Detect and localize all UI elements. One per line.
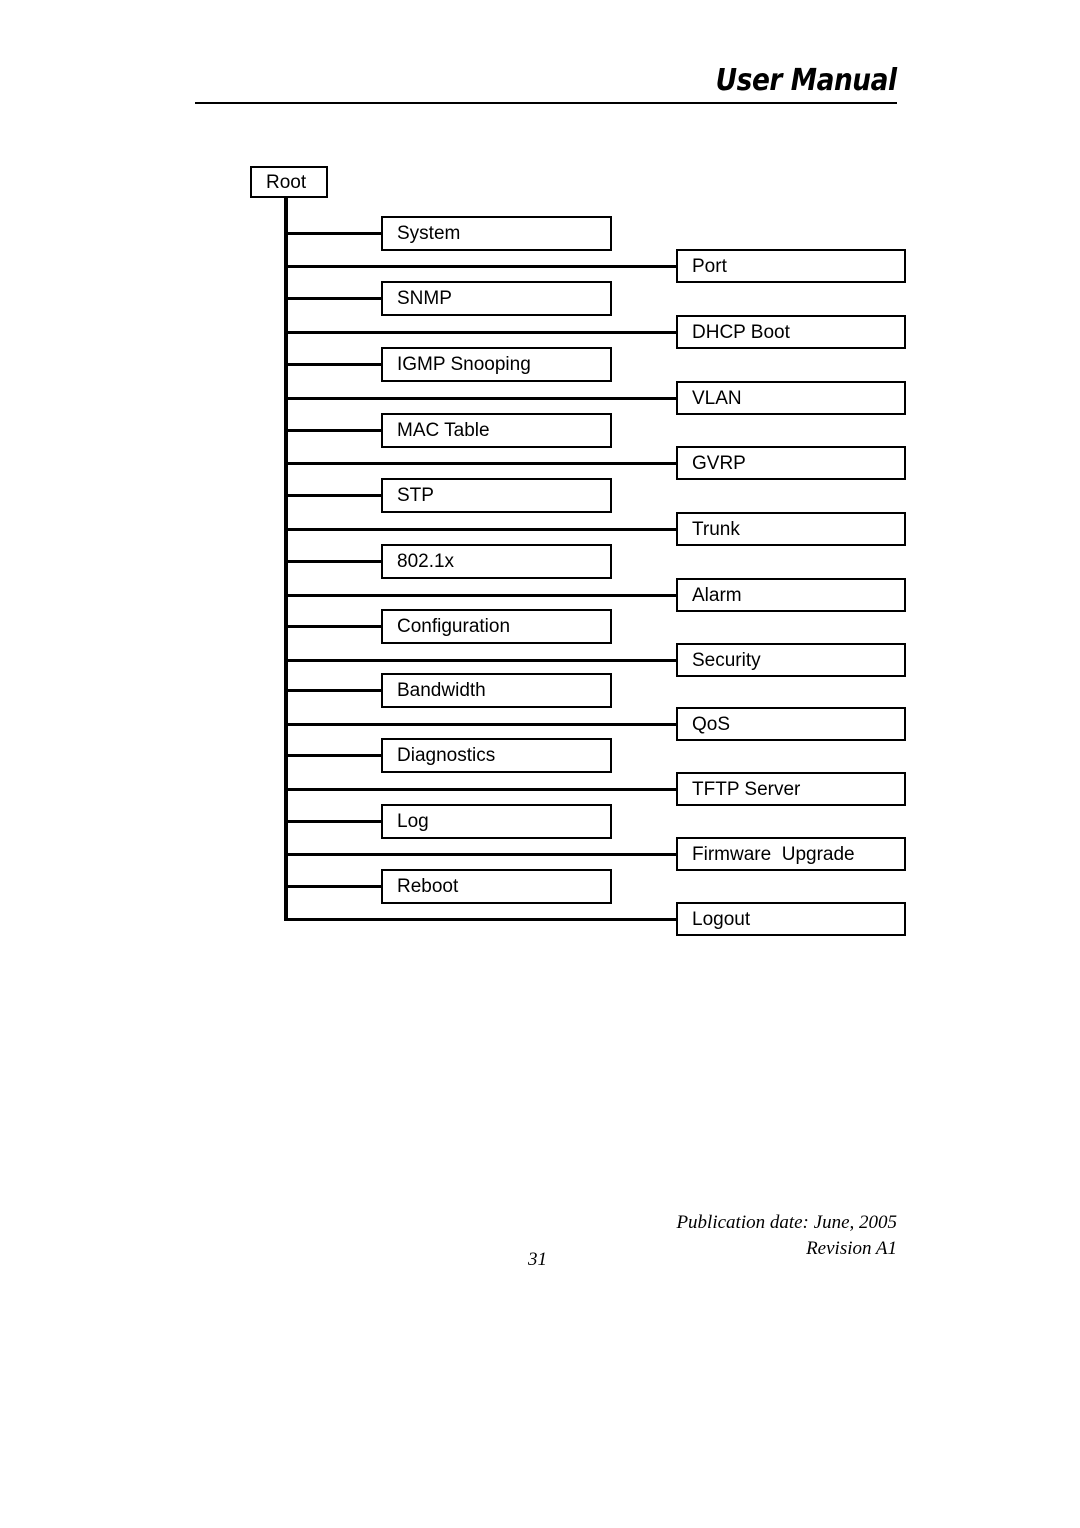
tree-node-left-0: System: [381, 216, 612, 251]
footer-publication-info: Publication date: June, 2005 Revision A1: [676, 1210, 897, 1261]
tree-branch-line-right: [286, 331, 678, 334]
tree-node-label: Logout: [692, 908, 751, 930]
tree-branch-line-left: [286, 689, 383, 692]
tree-node-label: Security: [692, 649, 761, 671]
tree-branch-line-left: [286, 363, 383, 366]
tree-node-right-0: Port: [676, 249, 906, 283]
tree-node-label: IGMP Snooping: [397, 354, 531, 375]
revision-label: Revision A1: [806, 1237, 897, 1259]
tree-branch-line-right: [286, 788, 678, 791]
tree-node-label: Diagnostics: [397, 745, 496, 766]
tree-node-left-5: 802.1x: [381, 544, 612, 579]
tree-branch-line-right: [286, 853, 678, 856]
tree-branch-line-right: [286, 462, 678, 465]
tree-node-left-6: Configuration: [381, 609, 612, 644]
tree-node-left-7: Bandwidth: [381, 673, 612, 708]
tree-node-label: MAC Table: [397, 420, 490, 441]
tree-node-right-1: DHCP Boot: [676, 315, 906, 349]
tree-node-label: Reboot: [397, 876, 459, 897]
tree-node-right-10: Logout: [676, 902, 906, 936]
tree-node-label: Alarm: [692, 584, 742, 606]
tree-node-label: SNMP: [397, 288, 452, 309]
tree-node-right-6: Security: [676, 643, 906, 677]
tree-branch-line-left: [286, 232, 383, 235]
tree-node-left-9: Log: [381, 804, 612, 839]
tree-node-label: 802.1x: [397, 551, 455, 572]
tree-node-label: DHCP Boot: [692, 321, 790, 343]
tree-node-right-4: Trunk: [676, 512, 906, 546]
page-number: 31: [528, 1249, 547, 1270]
tree-branch-line-left: [286, 885, 383, 888]
tree-node-label: System: [397, 223, 461, 244]
tree-node-right-9: Firmware Upgrade: [676, 837, 906, 871]
tree-node-label: Log: [397, 811, 429, 832]
tree-node-label: VLAN: [692, 387, 742, 409]
tree-node-label: QoS: [692, 713, 731, 735]
tree-branch-line-right: [286, 918, 678, 921]
tree-node-label: Bandwidth: [397, 680, 486, 701]
tree-branch-line-right: [286, 528, 678, 531]
tree-branch-line-left: [286, 429, 383, 432]
tree-branch-line-right: [286, 397, 678, 400]
tree-node-right-8: TFTP Server: [676, 772, 906, 806]
tree-node-label: Firmware Upgrade: [692, 843, 855, 865]
publication-date: Publication date: June, 2005: [676, 1212, 897, 1233]
tree-node-label: Port: [692, 255, 727, 277]
tree-node-right-5: Alarm: [676, 578, 906, 612]
tree-branch-line-left: [286, 625, 383, 628]
tree-trunk-line: [284, 196, 288, 921]
tree-branch-line-left: [286, 560, 383, 563]
tree-node-right-7: QoS: [676, 707, 906, 741]
tree-node-label: STP: [397, 485, 434, 506]
tree-node-left-8: Diagnostics: [381, 738, 612, 773]
tree-branch-line-left: [286, 820, 383, 823]
tree-branch-line-right: [286, 265, 678, 268]
tree-node-left-2: IGMP Snooping: [381, 347, 612, 382]
tree-node-right-2: VLAN: [676, 381, 906, 415]
tree-branch-line-left: [286, 494, 383, 497]
tree-branch-line-left: [286, 297, 383, 300]
tree-node-left-3: MAC Table: [381, 413, 612, 448]
tree-node-right-3: GVRP: [676, 446, 906, 480]
tree-node-root-label: Root: [266, 171, 307, 193]
tree-node-label: TFTP Server: [692, 778, 801, 800]
tree-branch-line-right: [286, 659, 678, 662]
tree-node-label: Trunk: [692, 518, 740, 540]
tree-node-left-1: SNMP: [381, 281, 612, 316]
tree-branch-line-right: [286, 594, 678, 597]
tree-node-left-4: STP: [381, 478, 612, 513]
tree-branch-line-right: [286, 723, 678, 726]
tree-branch-line-left: [286, 754, 383, 757]
tree-node-label: Configuration: [397, 616, 511, 637]
menu-tree-diagram: Root System SNMP IGMP Snooping MAC Table STP…: [0, 0, 1080, 1000]
tree-node-root: Root: [250, 166, 328, 198]
tree-node-label: GVRP: [692, 452, 746, 474]
tree-node-left-10: Reboot: [381, 869, 612, 904]
